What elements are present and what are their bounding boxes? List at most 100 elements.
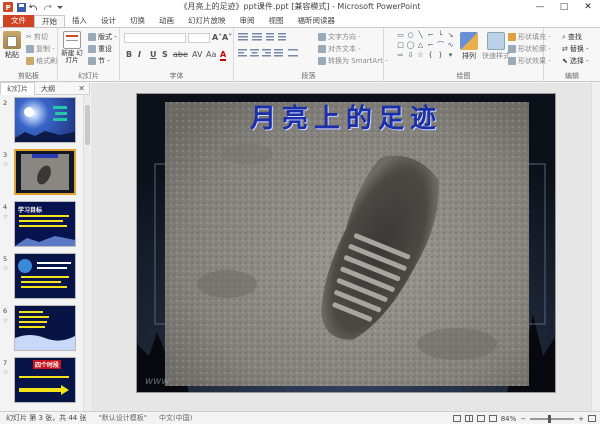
font-color-button[interactable]: A [220,50,227,61]
fit-to-window-icon[interactable] [588,415,596,422]
format-painter-button[interactable]: 格式刷 [26,56,57,66]
tab-transitions[interactable]: 切换 [123,15,152,27]
zoom-controls: 84% − + [452,412,596,424]
design-theme[interactable]: "默认设计模板" [93,413,153,423]
slide-thumbnail[interactable]: 四个时段 [14,357,76,403]
shapes-gallery[interactable]: ▭ ○ ╲ ⌐ └ ↘ □ ◯ △ ⌐ ⌒ ∿ ⇨ ⇩ ☆ {} ▾ [396,31,454,67]
slide-number: 6 [3,307,8,315]
arrange-button[interactable]: 排列 [460,32,478,61]
paragraph-buttons-icon[interactable] [238,33,302,61]
bold-button[interactable]: B [126,50,132,59]
reading-view-icon[interactable] [476,415,485,422]
smartart-label: 转换为 SmartArt - [328,57,388,65]
animation-star-icon: ☆ [3,369,9,376]
tab-design[interactable]: 设计 [94,15,123,27]
copy-button[interactable]: 复制 - [26,44,55,54]
night-thumbnail-icon [15,311,75,350]
italic-button[interactable]: I [138,50,141,59]
slide-thumbnail[interactable] [14,97,76,143]
language-indicator[interactable]: 中文(中国) [153,413,198,423]
panel-close-icon[interactable]: ✕ [78,84,85,93]
slide-number: 2 [3,99,8,107]
cut-label: 剪切 [33,33,48,41]
close-button[interactable]: ✕ [576,0,600,14]
paste-button[interactable]: 粘贴 [3,31,21,60]
tab-foxit[interactable]: 福昕阅读器 [291,15,343,27]
tab-insert[interactable]: 插入 [65,15,94,27]
minimize-button[interactable]: — [528,0,552,14]
text-direction-icon [318,33,326,41]
panel-scroll-thumb[interactable] [85,105,90,145]
panel-scrollbar[interactable] [83,95,90,411]
thumbnail-row[interactable]: 6 ☆ [0,305,90,353]
zoom-out-icon[interactable]: − [520,415,526,423]
layout-button[interactable]: 版式 - [88,32,117,42]
editing-group-label: 编辑 [565,72,579,80]
paste-label: 粘贴 [5,51,19,59]
thumbnail-row[interactable]: 4 ☆ 学习目标 [0,201,90,249]
select-button[interactable]: ⬉ 选择 - [562,56,589,66]
tab-outline[interactable]: 大纲 [35,83,61,95]
zoom-in-icon[interactable]: + [578,415,584,423]
paste-icon [3,31,21,49]
tab-view[interactable]: 视图 [262,15,291,27]
slide-sorter-icon[interactable] [464,415,473,422]
tab-file[interactable]: 文件 [3,15,34,27]
zoom-slider-knob[interactable] [548,414,552,423]
slide-title[interactable]: 月亮上的足迹 [137,98,555,135]
thumbnail-row[interactable]: 3 ☆ [0,149,90,197]
reset-button[interactable]: 重设 [88,44,112,54]
section-button[interactable]: 节 - [88,56,110,66]
maximize-button[interactable]: □ [552,0,576,14]
slide-number: 7 [3,359,8,367]
normal-view-icon[interactable] [452,415,461,422]
powerpoint-window: P 《月亮上的足迹》ppt课件.ppt [兼容模式] - Microsoft P… [0,0,600,424]
slide-number: 4 [3,203,8,211]
shadow-button[interactable]: S [162,50,168,59]
find-button[interactable]: ⌕ 查找 [562,32,582,42]
tab-slides[interactable]: 幻灯片 [0,82,35,95]
editing-group: ⌕ 查找 ⇄ 替换 - ⬉ 选择 - 编辑 [544,28,600,82]
strikethrough-button[interactable]: abe [173,50,188,59]
font-name-dropdown[interactable] [124,33,186,43]
current-slide[interactable]: www 月亮上的足迹 [136,93,556,393]
thumbnail-row[interactable]: 5 ☆ [0,253,90,301]
text-direction-button[interactable]: 文字方向 - [318,32,361,42]
select-label: 选择 - [569,57,589,65]
replace-button[interactable]: ⇄ 替换 - [562,44,589,54]
clipboard-group: 粘贴 ✂ 剪切 复制 - 格式刷 剪贴板 [0,28,58,82]
font-group: A˄ A˅ B I U S abe AV Aa A 字体 [120,28,234,82]
thumbnail-row[interactable]: 7 ☆ 四个时段 [0,357,90,405]
quick-styles-button[interactable]: 快速样式 [482,32,510,61]
slide-thumbnail[interactable]: 学习目标 [14,201,76,247]
smartart-button[interactable]: 转换为 SmartArt - [318,56,388,66]
underline-button[interactable]: U [150,50,157,59]
slide-thumbnail-selected[interactable] [14,149,76,195]
animation-star-icon: ☆ [3,317,9,324]
paragraph-group: 文字方向 - 对齐文本 - 转换为 SmartArt - 段落 [234,28,388,82]
slideshow-icon[interactable] [488,415,497,422]
slide-thumbnail[interactable] [14,253,76,299]
tab-review[interactable]: 审阅 [233,15,262,27]
shrink-font-button[interactable]: A˅ [222,33,232,42]
cut-button[interactable]: ✂ 剪切 [26,32,48,42]
grow-font-button[interactable]: A˄ [212,33,222,42]
new-slide-button[interactable]: 新建 幻灯片 [61,31,83,64]
effects-icon [508,57,516,65]
arrange-icon [460,32,478,50]
thumbnail-row[interactable]: 2 [0,97,90,145]
canvas-scrollbar[interactable] [591,83,600,411]
char-spacing-button[interactable]: AV [192,50,202,59]
font-size-dropdown[interactable] [188,33,210,43]
tab-slideshow[interactable]: 幻灯片放映 [181,15,233,27]
window-title: 《月亮上的足迹》ppt课件.ppt [兼容模式] - Microsoft Pow… [179,2,421,11]
tab-animations[interactable]: 动画 [152,15,181,27]
shape-down-arrow-icon: ⇩ [407,51,414,59]
zoom-percent[interactable]: 84% [501,415,517,423]
align-text-button[interactable]: 对齐文本 - [318,44,361,54]
shape-brace-icon: { [428,51,433,59]
tab-home[interactable]: 开始 [34,15,65,27]
change-case-button[interactable]: Aa [206,50,216,59]
slide-thumbnail[interactable] [14,305,76,351]
zoom-slider[interactable] [530,414,575,423]
